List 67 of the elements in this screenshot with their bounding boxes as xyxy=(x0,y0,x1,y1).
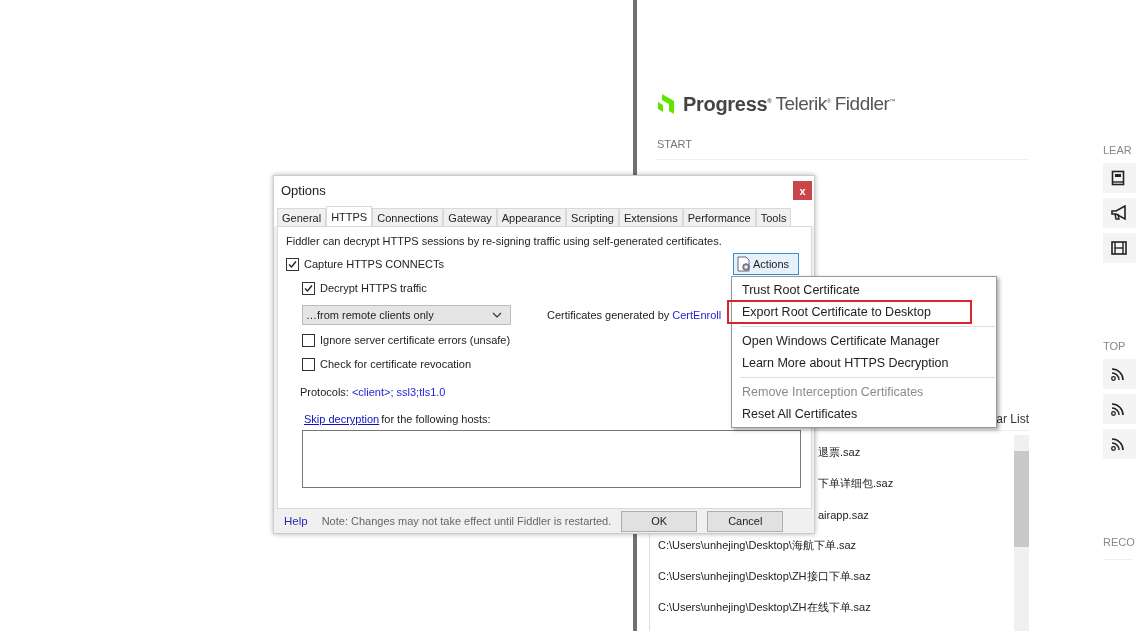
checkbox[interactable] xyxy=(286,257,299,271)
tab[interactable]: General xyxy=(277,208,327,226)
section-heading: ar List xyxy=(996,412,1029,426)
checkbox[interactable] xyxy=(302,281,315,295)
section-heading: LEAR xyxy=(1103,144,1133,158)
menu-item[interactable]: Export Root Certificate to Desktop xyxy=(728,301,971,323)
chevron-down-icon xyxy=(492,312,502,318)
recent-file-link[interactable]: airapp.saz xyxy=(818,508,869,521)
book-icon xyxy=(1111,170,1125,186)
rss-icon xyxy=(1111,402,1125,416)
logo-text: Progress$^{®}$ xyxy=(683,92,772,116)
menu-item[interactable]: Learn More about HTTPS Decryption xyxy=(732,352,994,374)
logo-text: Fiddler$^{™}$ xyxy=(834,93,895,115)
logo-text: Telerik$^{®}$ xyxy=(775,93,831,115)
icon-button[interactable] xyxy=(1103,394,1136,424)
certificate-gear-icon xyxy=(736,256,752,272)
checkbox[interactable] xyxy=(302,333,315,347)
hosts-label: for the following hosts: xyxy=(381,413,491,425)
protocols-label: Protocols: xyxy=(300,386,349,398)
recent-file-link[interactable]: 退票.saz xyxy=(818,445,861,460)
tab[interactable]: Appearance xyxy=(496,208,567,226)
section-heading: START xyxy=(657,138,694,150)
checkbox-label: Ignore server certificate errors (unsafe) xyxy=(320,334,511,346)
icon-button[interactable] xyxy=(1103,163,1136,193)
source-dropdown[interactable]: …from remote clients only xyxy=(302,305,511,325)
menu-item[interactable]: Open Windows Certificate Manager xyxy=(732,330,994,352)
checkbox[interactable] xyxy=(302,357,315,371)
tab[interactable]: Extensions xyxy=(618,208,683,226)
cancel-button[interactable]: Cancel xyxy=(707,510,784,532)
description-text: Fiddler can decrypt HTTPS sessions by re-signing traffic using self-generated certificates. xyxy=(286,235,723,249)
recent-file-link[interactable]: C:\Users\unhejing\Desktop\海航下单.saz xyxy=(658,538,857,553)
rss-icon xyxy=(1111,437,1125,451)
section-heading: RECO xyxy=(1103,536,1136,550)
hosts-field[interactable] xyxy=(302,430,801,488)
megaphone-icon xyxy=(1111,205,1129,221)
recent-file-link[interactable]: 下单详细包.saz xyxy=(818,476,894,491)
skip-decryption-link[interactable]: Skip decryption xyxy=(304,413,380,425)
tab[interactable]: Connections xyxy=(372,208,444,226)
recent-file-link[interactable]: C:\Users\unhejing\Desktop\ZH接口下单.saz xyxy=(658,569,871,584)
section-heading: TOP xyxy=(1103,340,1127,354)
help-link[interactable]: Help xyxy=(284,515,308,527)
recent-file-link[interactable]: C:\Users\unhejing\Desktop\ZH在线下单.saz xyxy=(658,600,871,615)
tab[interactable]: HTTPS xyxy=(326,206,373,226)
window-title: Options xyxy=(281,183,326,198)
protocols-link[interactable]: <client>; ssl3;tls1.0 xyxy=(351,386,446,398)
ok-button[interactable]: OK xyxy=(621,510,698,532)
tab[interactable]: Performance xyxy=(682,208,756,226)
scrollbar[interactable] xyxy=(1014,435,1029,631)
certenroll-link[interactable]: CertEnroll xyxy=(672,309,722,321)
menu-item[interactable]: Trust Root Certificate xyxy=(732,279,994,301)
close-button[interactable]: x xyxy=(793,181,812,200)
tab[interactable]: Tools xyxy=(755,208,792,226)
menu-item[interactable]: Reset All Certificates xyxy=(732,403,994,425)
certificates-text: Certificates generated by xyxy=(547,309,670,321)
icon-button[interactable] xyxy=(1103,233,1136,263)
checkbox-label: Check for certificate revocation xyxy=(320,358,471,370)
tab[interactable]: Scripting xyxy=(566,208,619,226)
film-icon xyxy=(1111,241,1127,255)
icon-button[interactable] xyxy=(1103,359,1136,389)
checkbox-label: Decrypt HTTPS traffic xyxy=(320,282,427,294)
tab[interactable]: Gateway xyxy=(443,208,497,226)
icon-button[interactable] xyxy=(1103,429,1136,459)
actions-button[interactable]: Actions xyxy=(733,253,799,275)
note-text: Note: Changes may not take effect until Fiddler is restarted. xyxy=(321,515,612,527)
icon-button[interactable] xyxy=(1103,198,1136,228)
rss-icon xyxy=(1111,367,1125,381)
checkbox-label: Capture HTTPS CONNECTs xyxy=(304,258,444,270)
